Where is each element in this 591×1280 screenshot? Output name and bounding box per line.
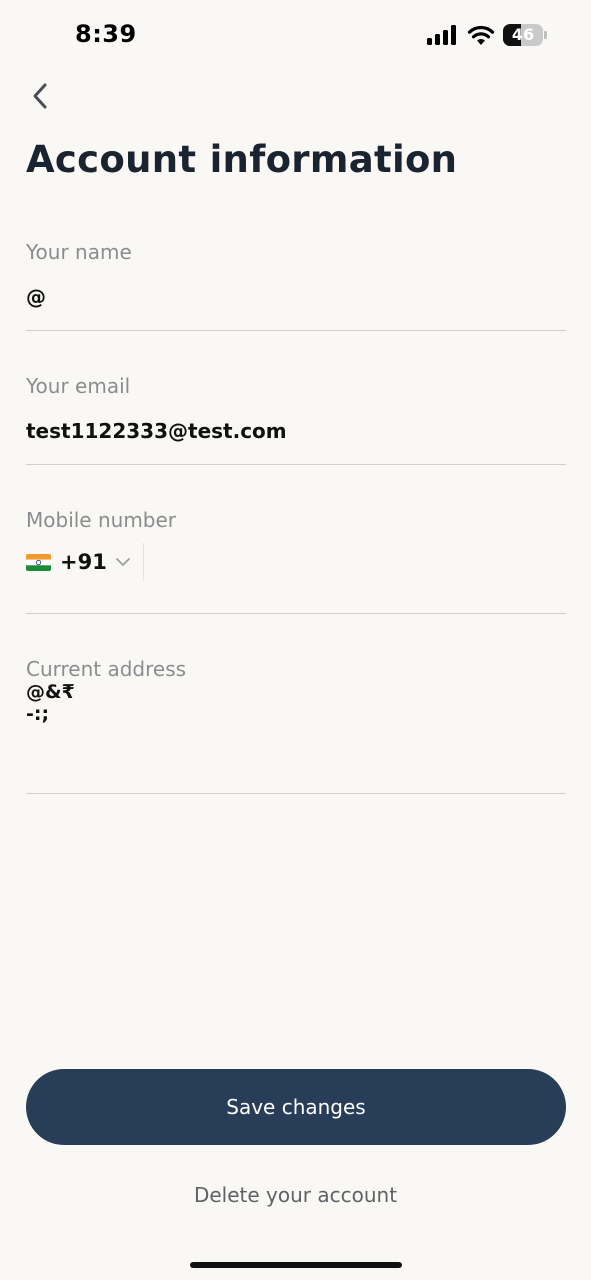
signal-icon: [427, 25, 456, 45]
home-indicator: [190, 1262, 402, 1268]
name-input[interactable]: [26, 283, 566, 311]
back-button[interactable]: [22, 78, 58, 114]
email-field-group: Your email: [26, 372, 566, 466]
chevron-down-icon: [115, 558, 130, 566]
india-flag-icon: [26, 553, 51, 571]
email-divider: [26, 464, 566, 465]
save-changes-button[interactable]: Save changes: [26, 1069, 566, 1145]
address-field-group: Current address @&₹ -:;: [26, 655, 566, 795]
wifi-icon: [467, 25, 495, 45]
mobile-number-input[interactable]: [143, 542, 566, 582]
address-input[interactable]: @&₹ -:;: [26, 681, 566, 753]
delete-account-link[interactable]: Delete your account: [0, 1183, 591, 1207]
page-title: Account information: [26, 138, 458, 181]
email-label: Your email: [26, 374, 131, 398]
status-bar: 8:39 46: [0, 0, 591, 70]
chevron-left-icon: [33, 83, 47, 109]
status-icons: 46: [427, 24, 547, 46]
mobile-label: Mobile number: [26, 508, 177, 532]
status-time: 8:39: [75, 20, 137, 48]
battery-level: 46: [511, 25, 535, 44]
mobile-field-group: Mobile number +91: [26, 506, 566, 616]
country-code-picker[interactable]: +91: [26, 542, 131, 582]
email-input[interactable]: [26, 417, 566, 445]
address-divider: [26, 793, 566, 794]
address-label: Current address: [26, 657, 187, 681]
dial-code: +91: [60, 550, 107, 574]
name-divider: [26, 330, 566, 331]
name-field-group: Your name: [26, 238, 566, 332]
name-label: Your name: [26, 240, 132, 264]
battery-icon: 46: [503, 24, 547, 46]
phone-row: +91: [26, 540, 566, 584]
mobile-divider: [26, 613, 566, 614]
